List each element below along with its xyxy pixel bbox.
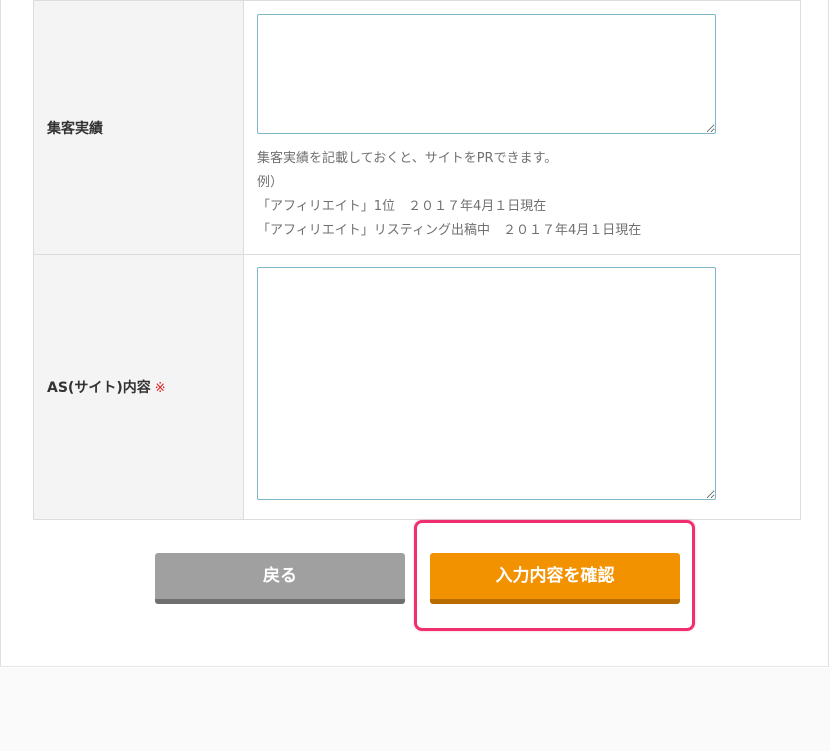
form-table: 集客実績 集客実績を記載しておくと、サイトをPRできます。 例） 「アフィリエイ… (33, 0, 801, 520)
page: 集客実績 集客実績を記載しておくと、サイトをPRできます。 例） 「アフィリエイ… (0, 0, 830, 751)
field-label-track-record: 集客実績 (47, 120, 103, 137)
help-line: 「アフィリエイト」1位 ２０１７年4月１日現在 (257, 199, 547, 214)
field-input-cell: 集客実績を記載しておくと、サイトをPRできます。 例） 「アフィリエイト」1位 … (243, 0, 801, 255)
required-mark: ※ (154, 381, 166, 396)
field-label-site-content: AS(サイト)内容 (47, 380, 151, 396)
footer-band (0, 668, 830, 751)
track-record-help: 集客実績を記載しておくと、サイトをPRできます。 例） 「アフィリエイト」1位 … (257, 147, 800, 243)
back-button[interactable]: 戻る (155, 553, 405, 604)
help-line: 例） (257, 175, 284, 190)
form-actions: 戻る 入力内容を確認 (1, 553, 830, 613)
confirm-input-button[interactable]: 入力内容を確認 (430, 553, 680, 604)
field-input-cell (243, 254, 801, 520)
site-content-textarea[interactable] (257, 267, 716, 500)
form-row-track-record: 集客実績 集客実績を記載しておくと、サイトをPRできます。 例） 「アフィリエイ… (33, 0, 801, 255)
help-line: 「アフィリエイト」リスティング出稿中 ２０１７年4月１日現在 (257, 223, 642, 238)
content-panel: 集客実績 集客実績を記載しておくと、サイトをPRできます。 例） 「アフィリエイ… (0, 0, 829, 667)
track-record-textarea[interactable] (257, 14, 716, 134)
help-line: 集客実績を記載しておくと、サイトをPRできます。 (257, 151, 558, 166)
form-row-site-content: AS(サイト)内容 ※ (33, 254, 801, 520)
field-label-cell: 集客実績 (33, 0, 244, 255)
field-label-cell: AS(サイト)内容 ※ (33, 254, 244, 520)
